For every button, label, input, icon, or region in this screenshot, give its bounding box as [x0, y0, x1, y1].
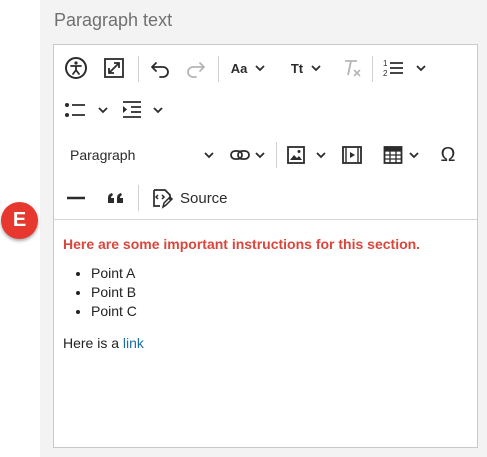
numbered-list-dropdown[interactable]: 1 2 [380, 54, 430, 82]
remove-format-icon [345, 60, 361, 77]
special-characters-button[interactable]: Ω [434, 141, 462, 169]
toolbar-separator [138, 185, 139, 211]
important-instructions: Here are some important instructions for… [63, 236, 421, 252]
horizontal-line-button[interactable] [62, 184, 90, 212]
font-style-icon: Tt [290, 60, 304, 76]
editor-toolbar: Aa Tt 1 2 Paragraph Ω Source [54, 45, 477, 220]
media-button[interactable] [338, 141, 366, 169]
image-dropdown[interactable] [284, 141, 330, 169]
toolbar-separator [138, 56, 139, 82]
bulleted-list-dropdown[interactable] [62, 96, 112, 124]
chevron-down-icon [153, 107, 163, 114]
bullet-list: Point A Point B Point C [63, 264, 468, 321]
source-button[interactable]: Source [150, 184, 228, 212]
chevron-down-icon [255, 152, 265, 159]
image-icon [287, 146, 305, 164]
chevron-down-icon [98, 107, 108, 114]
step-badge: E [1, 202, 38, 239]
chevron-down-icon [255, 65, 265, 72]
indent-icon [123, 101, 141, 118]
font-size-icon: Aa [230, 60, 248, 76]
list-item: Point C [91, 302, 468, 321]
list-item: Point B [91, 283, 468, 302]
chevron-down-icon [416, 65, 426, 72]
horizontal-line-icon [67, 196, 85, 200]
svg-text:1: 1 [383, 59, 388, 68]
editor-content[interactable]: Here are some important instructions for… [63, 233, 468, 351]
indent-dropdown[interactable] [120, 96, 166, 124]
numbered-list-icon: 1 2 [383, 59, 403, 78]
font-style-dropdown[interactable]: Tt [284, 54, 330, 82]
rich-text-editor: Aa Tt 1 2 Paragraph Ω Source Here are so… [53, 44, 478, 448]
media-icon [342, 146, 362, 164]
table-dropdown[interactable] [380, 141, 424, 169]
link-paragraph: Here is a link [63, 335, 468, 351]
svg-text:2: 2 [383, 69, 388, 78]
blockquote-button[interactable] [102, 184, 130, 212]
fullscreen-icon [104, 58, 124, 78]
field-label: Paragraph text [54, 10, 173, 30]
table-icon [383, 146, 403, 164]
fullscreen-button[interactable] [100, 54, 128, 82]
canvas: Paragraph text Aa Tt 1 2 Paragraph Ω Sou… [0, 0, 487, 457]
accessibility-icon [65, 57, 87, 79]
blockquote-icon [108, 193, 123, 203]
paragraph-format-value: Paragraph [70, 147, 136, 163]
chevron-down-icon [316, 152, 326, 159]
undo-button[interactable] [146, 54, 174, 82]
toolbar-separator [218, 56, 219, 82]
special-characters-icon: Ω [440, 143, 456, 166]
link-dropdown[interactable] [226, 141, 270, 169]
link-prefix: Here is a [63, 335, 123, 351]
source-button-label: Source [180, 189, 228, 207]
source-code-icon [153, 189, 174, 209]
font-size-dropdown[interactable]: Aa [226, 54, 272, 82]
paragraph-format-select[interactable]: Paragraph [64, 142, 216, 168]
redo-icon [187, 62, 205, 78]
chevron-down-icon [409, 152, 419, 159]
toolbar-separator [276, 142, 277, 168]
list-item: Point A [91, 264, 468, 283]
content-link[interactable]: link [123, 335, 144, 351]
redo-button[interactable] [182, 54, 210, 82]
chevron-down-icon [204, 152, 214, 159]
accessibility-button[interactable] [62, 54, 90, 82]
toolbar-separator [372, 56, 373, 82]
bulleted-list-icon [65, 103, 85, 117]
remove-format-button[interactable] [338, 54, 366, 82]
undo-icon [151, 62, 169, 78]
chevron-down-icon [311, 65, 321, 72]
link-icon [230, 150, 250, 160]
